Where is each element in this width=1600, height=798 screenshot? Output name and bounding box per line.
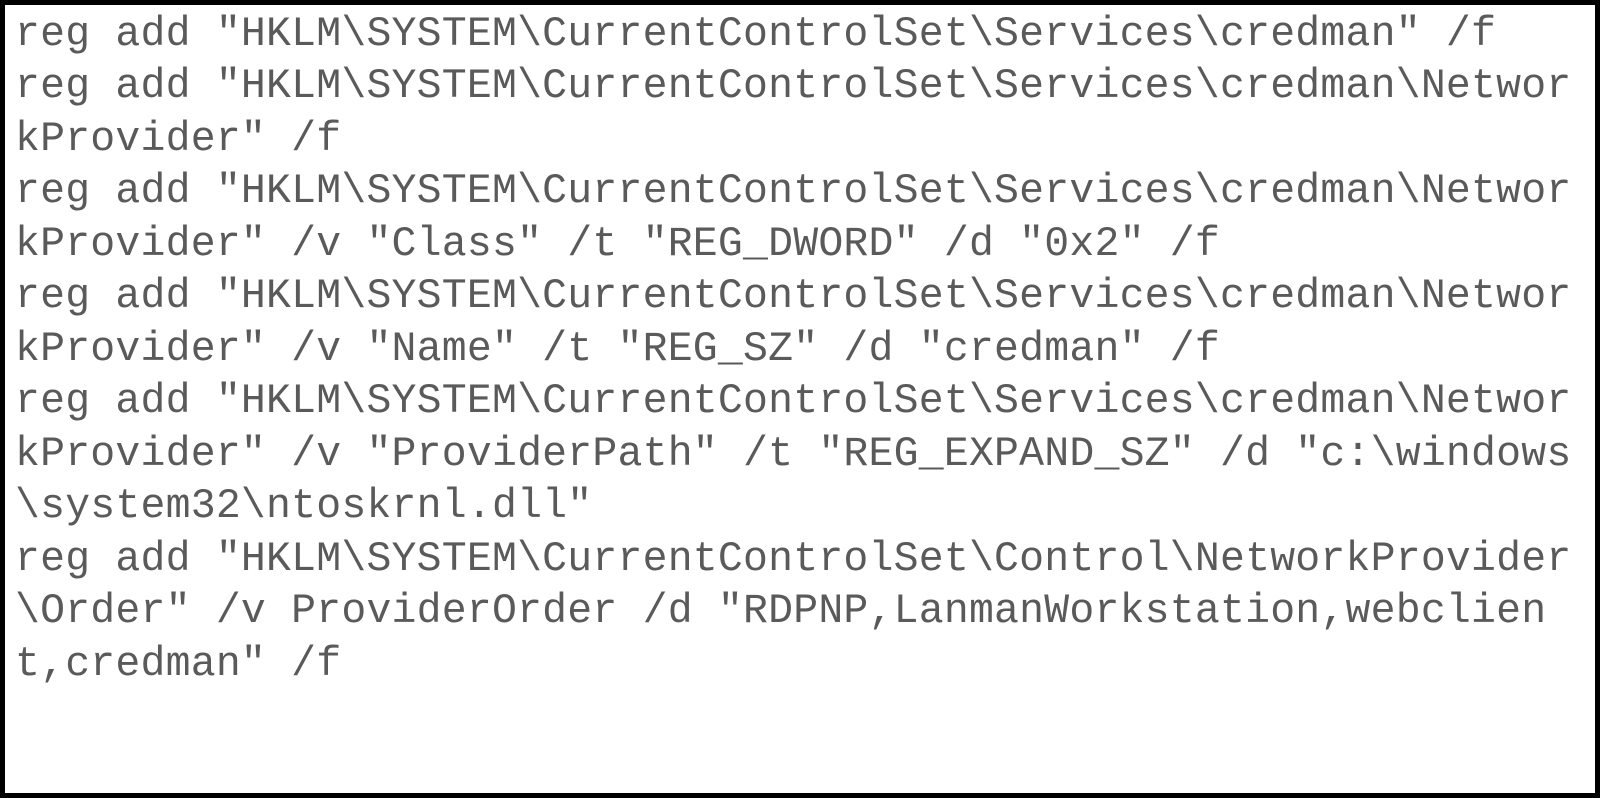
- code-line: reg add "HKLM\SYSTEM\CurrentControlSet\C…: [15, 536, 1571, 688]
- code-line: reg add "HKLM\SYSTEM\CurrentControlSet\S…: [15, 63, 1571, 162]
- code-line: reg add "HKLM\SYSTEM\CurrentControlSet\S…: [15, 168, 1571, 267]
- code-line: reg add "HKLM\SYSTEM\CurrentControlSet\S…: [15, 273, 1571, 372]
- code-line: reg add "HKLM\SYSTEM\CurrentControlSet\S…: [15, 11, 1496, 58]
- code-block: reg add "HKLM\SYSTEM\CurrentControlSet\S…: [0, 0, 1600, 798]
- code-line: reg add "HKLM\SYSTEM\CurrentControlSet\S…: [15, 378, 1571, 530]
